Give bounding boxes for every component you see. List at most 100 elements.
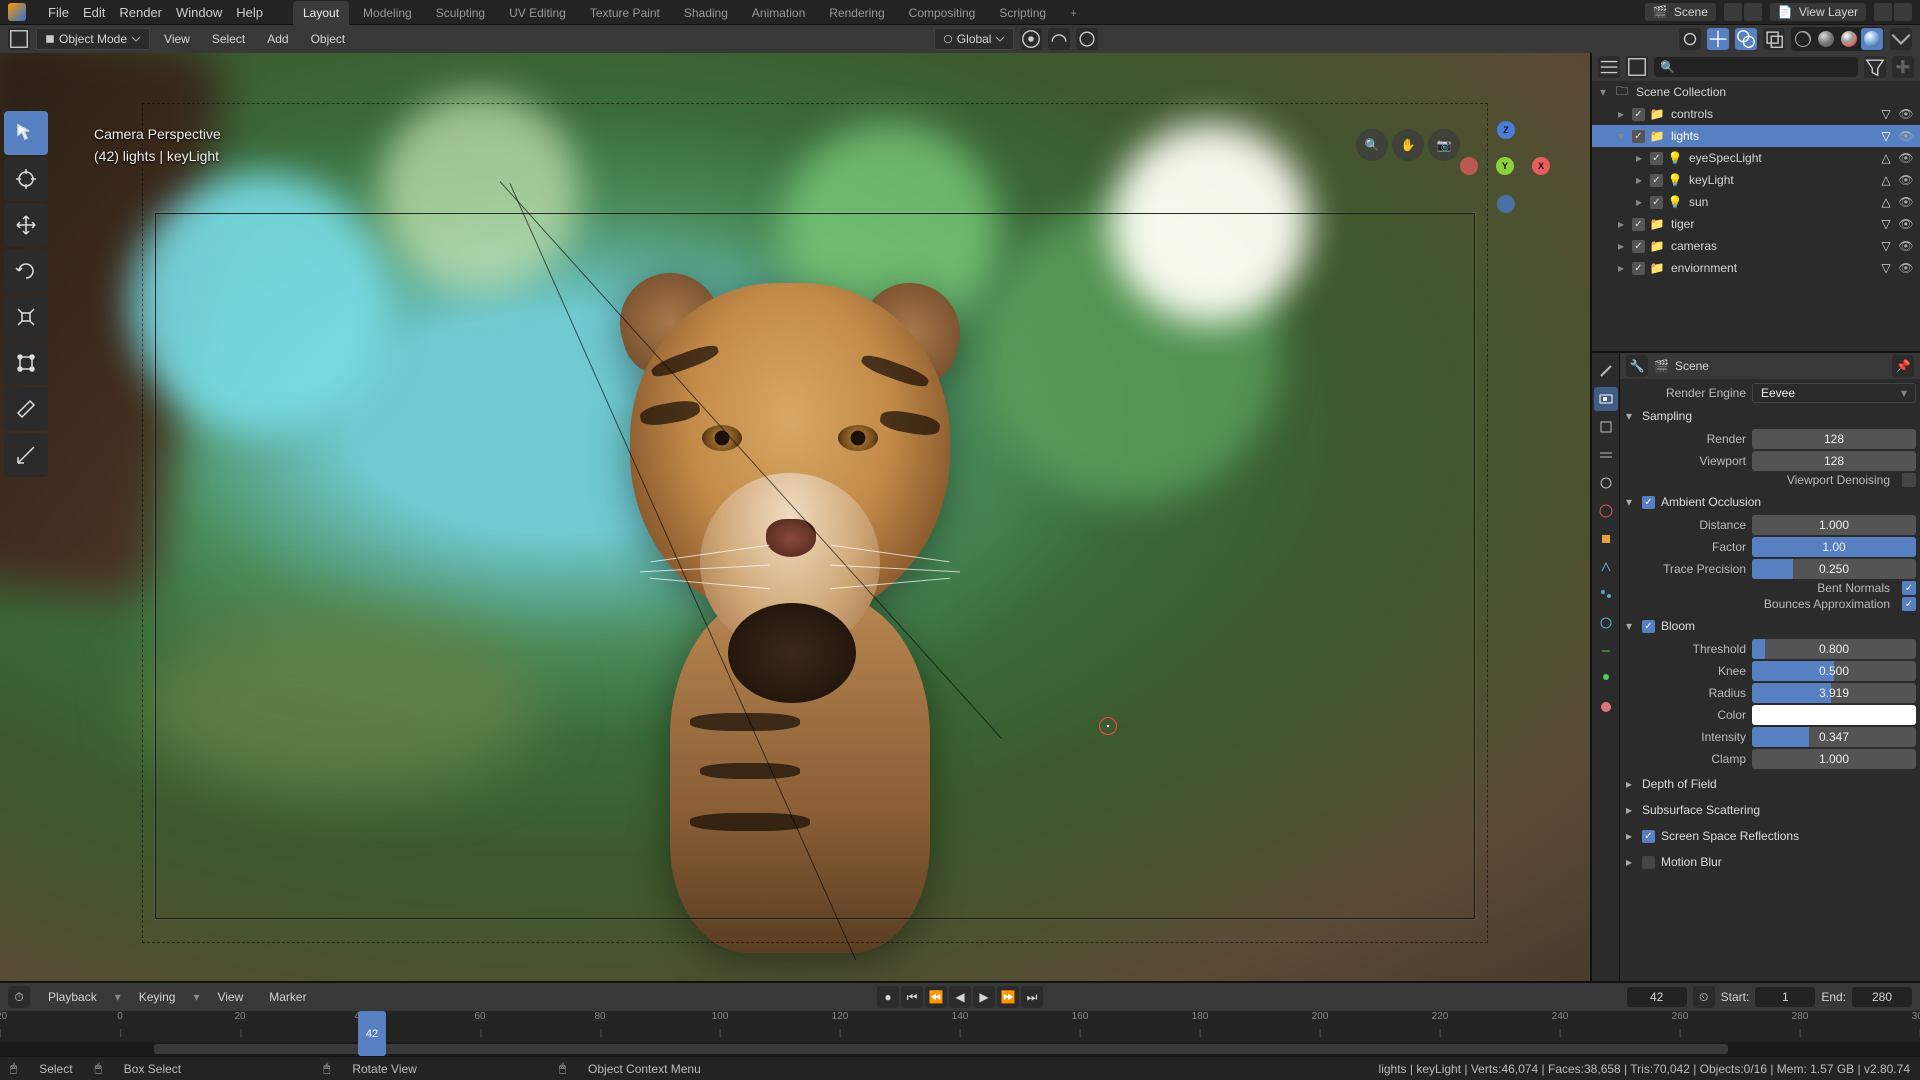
- tool-measure[interactable]: [4, 433, 48, 477]
- panel-ao[interactable]: ▾✓Ambient Occlusion: [1624, 491, 1916, 513]
- timeline-menu-keying[interactable]: Keying: [131, 987, 184, 1007]
- shading-solid[interactable]: [1815, 28, 1837, 50]
- end-frame-field[interactable]: 280: [1852, 987, 1912, 1007]
- props-editor-type[interactable]: 🔧: [1626, 355, 1648, 377]
- disclosure-icon[interactable]: ▾: [1614, 129, 1628, 143]
- enable-checkbox[interactable]: ✓: [1632, 262, 1645, 275]
- current-frame-field[interactable]: 42: [1627, 987, 1687, 1007]
- view-zoom-button[interactable]: 🔍: [1356, 129, 1388, 161]
- visibility-toggle[interactable]: 👁: [1898, 195, 1914, 209]
- snap-toggle[interactable]: [1048, 28, 1070, 50]
- play-reverse[interactable]: ◀: [949, 986, 971, 1008]
- disclosure-icon[interactable]: ▸: [1614, 239, 1628, 253]
- xray-toggle[interactable]: [1763, 28, 1785, 50]
- ptab-world[interactable]: [1594, 499, 1618, 523]
- viewlayer-selector[interactable]: 📄 View Layer: [1770, 3, 1866, 21]
- tab-texture-paint[interactable]: Texture Paint: [580, 1, 670, 25]
- menu-help[interactable]: Help: [236, 5, 263, 20]
- ptab-data[interactable]: [1594, 667, 1618, 691]
- view-pan-button[interactable]: ✋: [1392, 129, 1424, 161]
- bloom-enable-checkbox[interactable]: ✓: [1642, 620, 1655, 633]
- scene-delete-button[interactable]: [1744, 3, 1762, 21]
- outliner-item-keyLight[interactable]: ▸✓💡keyLight△👁: [1592, 169, 1920, 191]
- ptab-viewlayer[interactable]: [1594, 443, 1618, 467]
- menu-file[interactable]: File: [48, 5, 69, 20]
- disclosure-icon[interactable]: ▸: [1614, 217, 1628, 231]
- timeline-menu-playback[interactable]: Playback: [40, 987, 105, 1007]
- timeline-menu-marker[interactable]: Marker: [261, 987, 314, 1007]
- ao-bounces-checkbox[interactable]: ✓: [1902, 597, 1916, 611]
- outliner-new-collection[interactable]: ➕: [1892, 56, 1914, 78]
- tab-compositing[interactable]: Compositing: [899, 1, 986, 25]
- outliner-root[interactable]: ▾ 🗀 Scene Collection: [1592, 81, 1920, 103]
- play-forward[interactable]: ▶: [973, 986, 995, 1008]
- visibility-toggle[interactable]: 👁: [1898, 239, 1914, 253]
- ptab-scene[interactable]: [1594, 471, 1618, 495]
- tab-layout[interactable]: Layout: [293, 1, 349, 25]
- view3d-menu-add[interactable]: Add: [259, 29, 296, 49]
- disclosure-icon[interactable]: ▾: [1596, 85, 1610, 99]
- ao-factor-field[interactable]: 1.00: [1752, 537, 1916, 557]
- outliner-display-mode[interactable]: [1626, 56, 1648, 78]
- samples-viewport-field[interactable]: 128: [1752, 451, 1916, 471]
- visibility-toggle[interactable]: 👁: [1898, 129, 1914, 143]
- viewport-denoise-checkbox[interactable]: ✓: [1902, 473, 1916, 487]
- outliner-item-cameras[interactable]: ▸✓📁cameras▽👁: [1592, 235, 1920, 257]
- view3d-menu-object[interactable]: Object: [303, 29, 354, 49]
- autokey-toggle[interactable]: ●: [877, 986, 899, 1008]
- ptab-particle[interactable]: [1594, 583, 1618, 607]
- bloom-clamp-field[interactable]: 1.000: [1752, 749, 1916, 769]
- visibility-toggle[interactable]: 👁: [1898, 261, 1914, 275]
- outliner-search[interactable]: 🔍: [1654, 57, 1858, 77]
- shading-rendered[interactable]: [1861, 28, 1883, 50]
- ptab-material[interactable]: [1594, 695, 1618, 719]
- ao-distance-field[interactable]: 1.000: [1752, 515, 1916, 535]
- render-engine-dropdown[interactable]: Eevee ▾: [1752, 383, 1916, 403]
- axis-neg-z[interactable]: [1497, 195, 1515, 213]
- outliner-editor-type[interactable]: [1598, 56, 1620, 78]
- scene-new-button[interactable]: [1724, 3, 1742, 21]
- playhead[interactable]: 42: [358, 1011, 386, 1056]
- panel-dof[interactable]: ▸Depth of Field: [1624, 773, 1916, 795]
- enable-checkbox[interactable]: ✓: [1650, 196, 1663, 209]
- tab-rendering[interactable]: Rendering: [819, 1, 894, 25]
- ptab-render[interactable]: [1594, 387, 1618, 411]
- enable-checkbox[interactable]: ✓: [1632, 130, 1645, 143]
- start-frame-field[interactable]: 1: [1755, 987, 1815, 1007]
- object-visibility[interactable]: [1679, 28, 1701, 50]
- axis-neg-x[interactable]: [1460, 157, 1478, 175]
- outliner-item-tiger[interactable]: ▸✓📁tiger▽👁: [1592, 213, 1920, 235]
- jump-to-end[interactable]: ⏭: [1021, 986, 1043, 1008]
- visibility-toggle[interactable]: 👁: [1898, 217, 1914, 231]
- disclosure-icon[interactable]: ▸: [1614, 107, 1628, 121]
- ao-bent-checkbox[interactable]: ✓: [1902, 581, 1916, 595]
- orientation-gizmo[interactable]: Z Y X: [1458, 121, 1554, 217]
- enable-checkbox[interactable]: ✓: [1650, 152, 1663, 165]
- shading-lookdev[interactable]: [1838, 28, 1860, 50]
- tab-animation[interactable]: Animation: [742, 1, 815, 25]
- enable-checkbox[interactable]: ✓: [1632, 218, 1645, 231]
- visibility-toggle[interactable]: 👁: [1898, 107, 1914, 121]
- mblur-enable-checkbox[interactable]: [1642, 856, 1655, 869]
- preview-range-toggle[interactable]: ⏲: [1693, 986, 1715, 1008]
- timeline-menu-view[interactable]: View: [209, 987, 251, 1007]
- tool-scale[interactable]: [4, 295, 48, 339]
- ptab-constraints[interactable]: [1594, 639, 1618, 663]
- tab-sculpting[interactable]: Sculpting: [426, 1, 495, 25]
- tool-transform[interactable]: [4, 341, 48, 385]
- ptab-tool[interactable]: [1594, 359, 1618, 383]
- outliner-item-sun[interactable]: ▸✓💡sun△👁: [1592, 191, 1920, 213]
- viewport-3d[interactable]: Camera Perspective (42) lights | keyLigh…: [0, 53, 1590, 981]
- outliner-item-enviornment[interactable]: ▸✓📁enviornment▽👁: [1592, 257, 1920, 279]
- mode-dropdown[interactable]: Object Mode: [36, 28, 150, 50]
- viewlayer-new-button[interactable]: [1874, 3, 1892, 21]
- panel-ssr[interactable]: ▸✓Screen Space Reflections: [1624, 825, 1916, 847]
- axis-z[interactable]: Z: [1497, 121, 1515, 139]
- enable-checkbox[interactable]: ✓: [1650, 174, 1663, 187]
- show-gizmo-toggle[interactable]: [1707, 28, 1729, 50]
- bloom-color-field[interactable]: [1752, 705, 1916, 725]
- viewlayer-delete-button[interactable]: [1894, 3, 1912, 21]
- timeline-ruler[interactable]: -200204060801001201401601802002202402602…: [0, 1011, 1920, 1056]
- orientation-dropdown[interactable]: Global: [934, 28, 1015, 50]
- outliner-item-lights[interactable]: ▾✓📁lights▽👁: [1592, 125, 1920, 147]
